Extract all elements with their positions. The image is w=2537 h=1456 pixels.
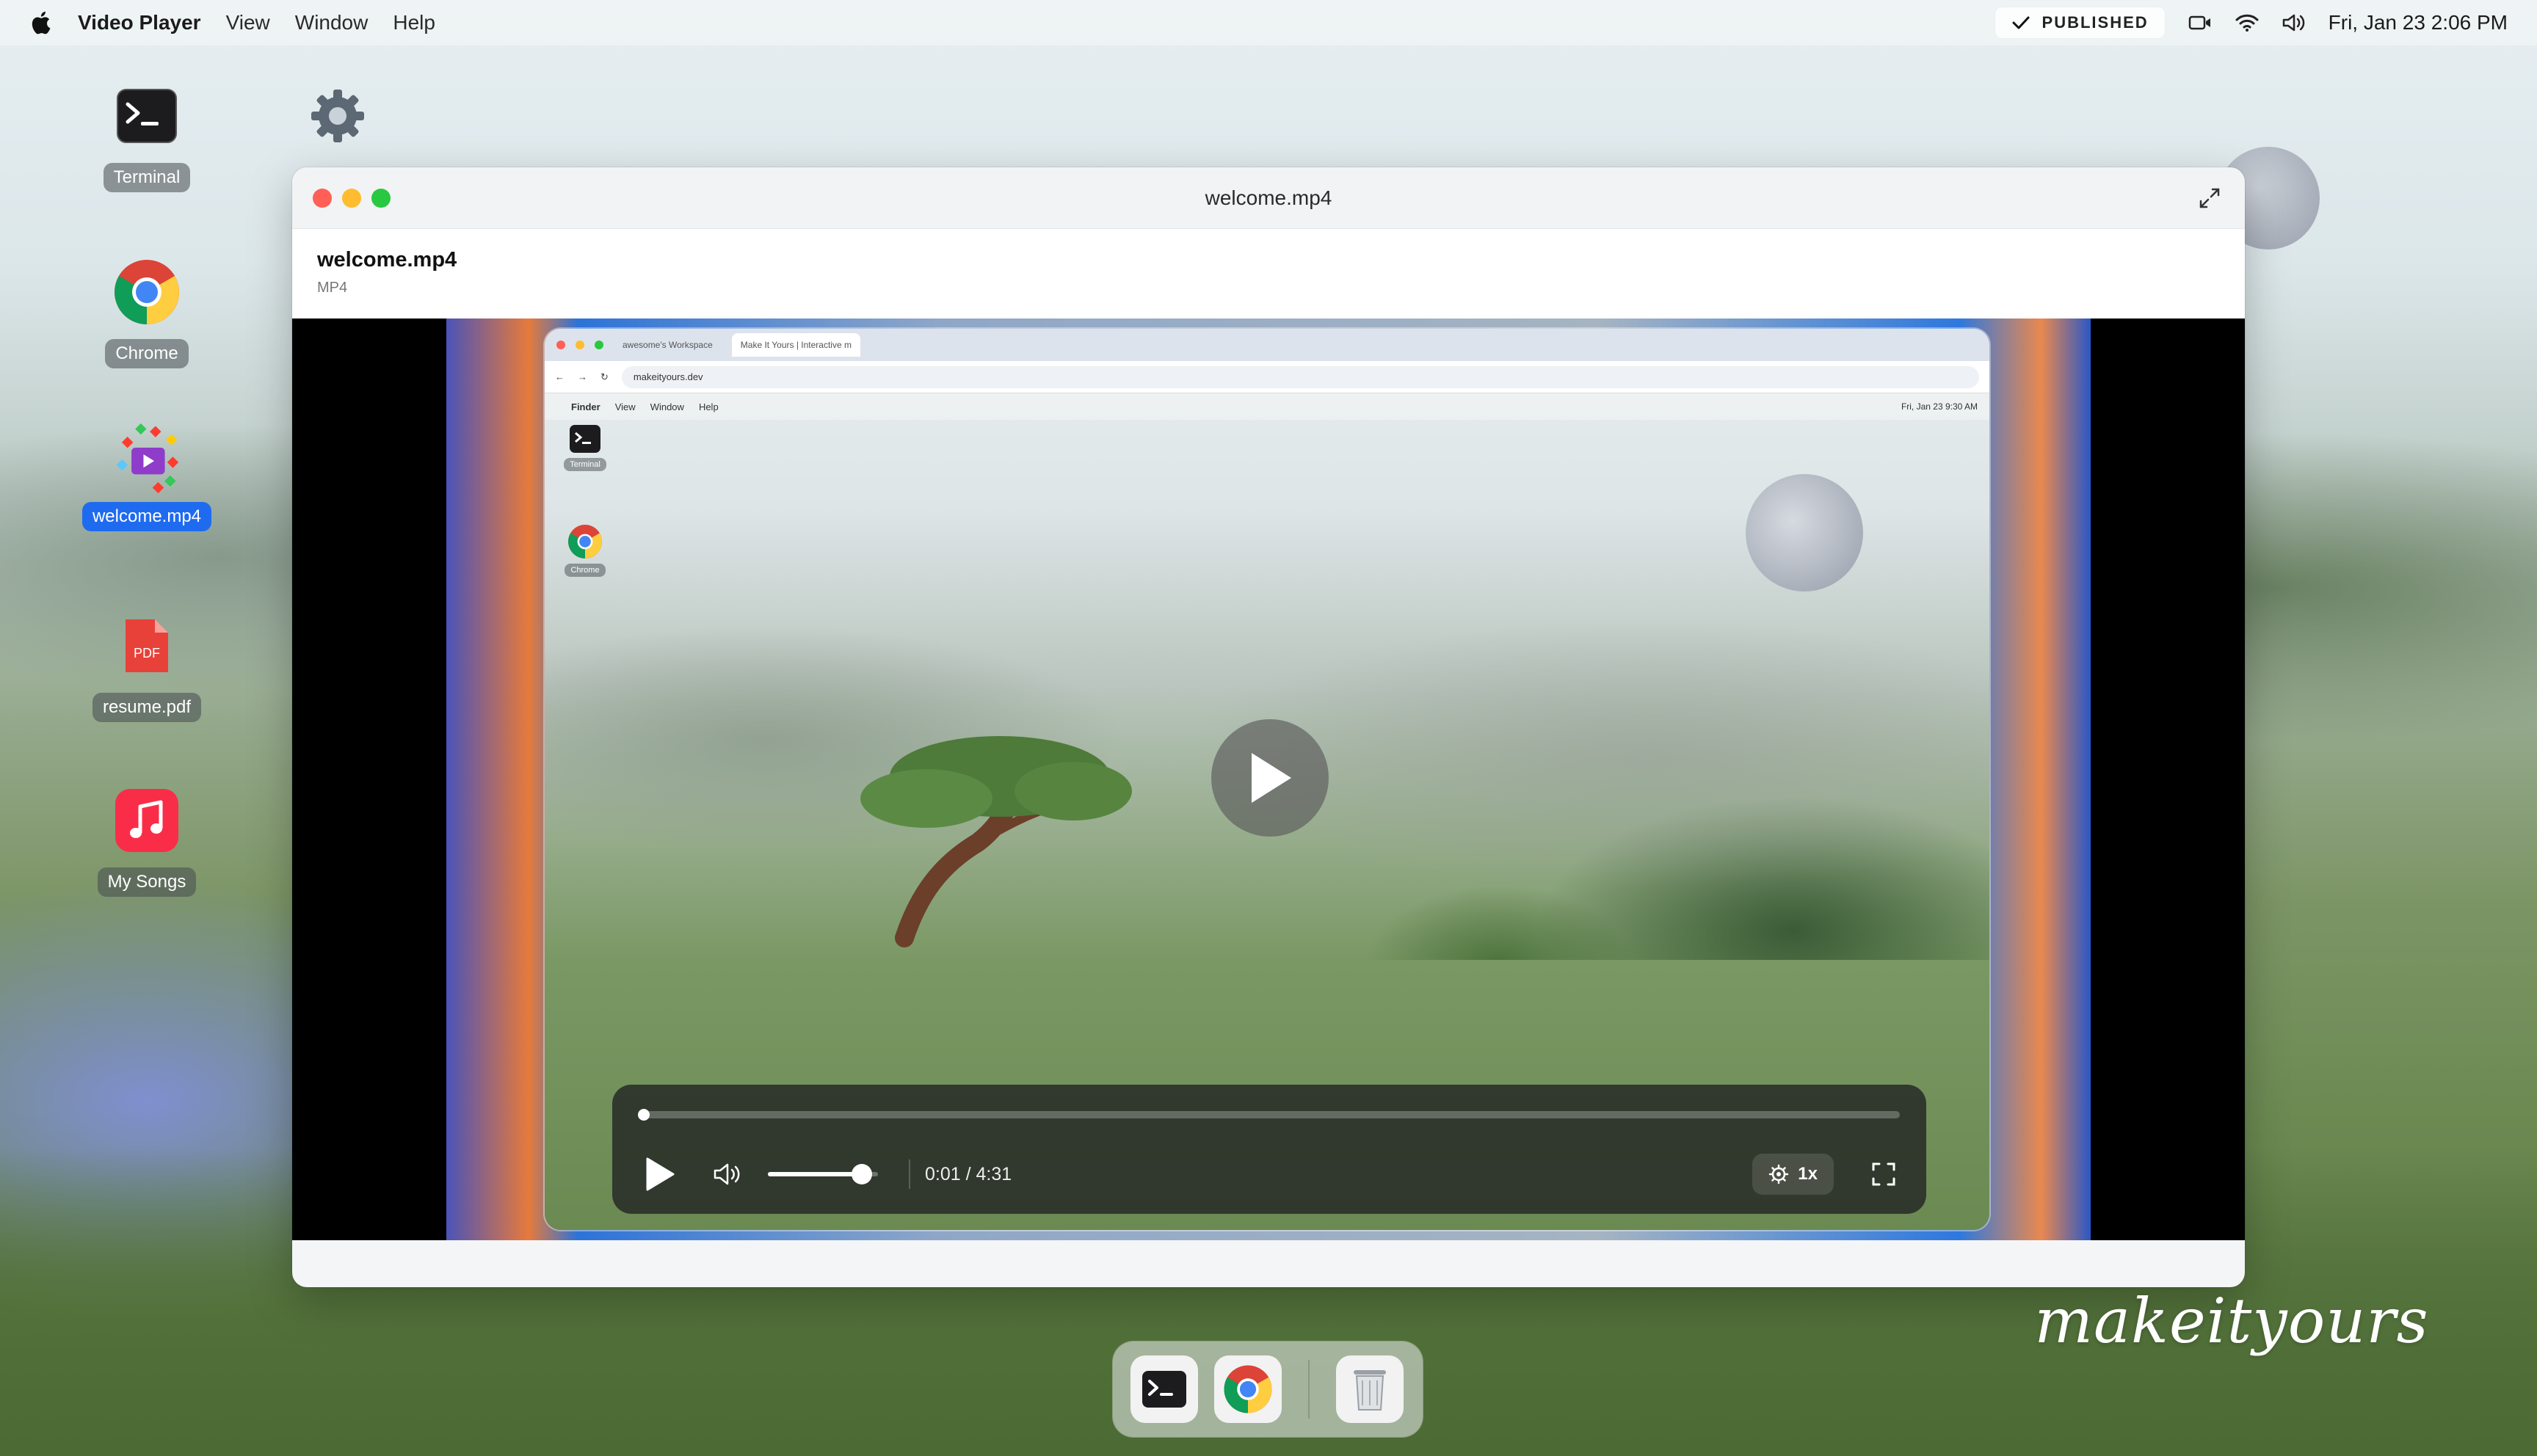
gear-icon (1769, 1164, 1789, 1184)
video-icon-chrome-label: Chrome (565, 564, 606, 577)
expand-icon[interactable] (2196, 185, 2223, 211)
controls-divider (909, 1160, 910, 1189)
apple-icon[interactable] (29, 10, 51, 35)
desktop-icon-my-songs[interactable]: My Songs (73, 784, 220, 897)
gear-icon[interactable] (308, 87, 367, 145)
video-inner-menubar: Finder View Window Help Fri, Jan 23 9:30… (545, 393, 1989, 420)
dock-separator (1308, 1360, 1310, 1419)
video-file-icon (116, 423, 179, 494)
video-forward-icon: → (578, 371, 587, 382)
screen-record-icon[interactable] (2188, 12, 2213, 34)
menu-view[interactable]: View (226, 11, 270, 34)
video-tab-makeityours: Make It Yours | Interactive m (731, 333, 860, 357)
video-icon-terminal-label: Terminal (564, 458, 606, 471)
desktop-icon-welcome-mp4[interactable]: welcome.mp4 (73, 418, 220, 531)
video-icon-terminal: Terminal (552, 424, 618, 471)
fullscreen-icon (1872, 1162, 1895, 1186)
dock (1113, 1342, 1423, 1437)
makeityours-logo: makeityours (2034, 1285, 2429, 1357)
play-icon (646, 1157, 675, 1191)
video-chrome-icon (568, 525, 602, 558)
controls-right: 1x (1752, 1154, 1900, 1195)
menubar-clock[interactable]: Fri, Jan 23 2:06 PM (2329, 11, 2508, 34)
desktop-icon-chrome[interactable]: Chrome (73, 255, 220, 368)
dock-chrome[interactable] (1214, 1355, 1282, 1423)
progress-thumb[interactable] (637, 1109, 650, 1121)
menubar-app-name[interactable]: Video Player (78, 11, 201, 34)
published-label: PUBLISHED (2041, 13, 2149, 32)
speaker-icon (714, 1163, 740, 1185)
speed-label: 1x (1798, 1164, 1818, 1184)
video-reload-icon: ↻ (600, 371, 609, 382)
video-icon-chrome: Chrome (552, 524, 618, 577)
published-badge[interactable]: PUBLISHED (1994, 7, 2166, 39)
video-tab-label: Make It Yours | Interactive m (740, 340, 852, 350)
music-icon (115, 789, 178, 852)
video-terminal-icon (570, 425, 600, 453)
time-display: 0:01 / 4:31 (925, 1163, 1012, 1184)
video-dot-min (576, 341, 584, 349)
video-tab-workspace: awesome's Workspace (614, 333, 722, 357)
desktop-label-my-songs: My Songs (97, 867, 197, 897)
fullscreen-button[interactable] (1868, 1158, 1900, 1190)
volume-thumb[interactable] (851, 1164, 872, 1184)
desktop-icon-resume-pdf[interactable]: PDF resume.pdf (73, 609, 220, 722)
controls-row: 0:01 / 4:31 1x (639, 1152, 1900, 1196)
speed-button[interactable]: 1x (1752, 1154, 1834, 1195)
file-header: welcome.mp4 MP4 (292, 229, 2245, 318)
video-url: makeityours.dev (621, 365, 1979, 388)
desktop-label-chrome: Chrome (105, 339, 189, 368)
menubar: Video Player View Window Help PUBLISHED … (0, 0, 2537, 46)
menu-window[interactable]: Window (295, 11, 369, 34)
player-controls: 0:01 / 4:31 1x (612, 1085, 1926, 1214)
checkmark-icon (2012, 16, 2030, 29)
video-browser-tabbar: awesome's Workspace Make It Yours | Inte… (545, 329, 1989, 361)
chrome-icon (115, 260, 179, 324)
window-title: welcome.mp4 (1205, 186, 1332, 209)
volume-icon[interactable] (2282, 12, 2306, 34)
video-tab-label: awesome's Workspace (623, 340, 713, 350)
dock-terminal[interactable] (1130, 1355, 1198, 1423)
volume-button[interactable] (709, 1156, 746, 1193)
window-titlebar[interactable]: welcome.mp4 (292, 167, 2245, 229)
terminal-icon (1142, 1371, 1186, 1408)
video-menu-window: Window (650, 401, 684, 412)
video-tree-illustration (860, 736, 1132, 947)
video-menu-view: View (614, 401, 636, 412)
play-icon (1252, 753, 1291, 803)
terminal-icon (117, 89, 177, 143)
video-menu-help: Help (698, 401, 719, 412)
file-type: MP4 (317, 280, 348, 296)
dock-trash[interactable] (1336, 1355, 1404, 1423)
volume-fill (768, 1172, 862, 1176)
video-back-icon: ← (555, 371, 565, 382)
desktop-icon-terminal[interactable]: Terminal (73, 79, 220, 192)
video-menu-finder: Finder (571, 401, 600, 412)
pdf-badge-text: PDF (134, 646, 160, 660)
volume-slider[interactable] (768, 1164, 878, 1184)
video-browser-urlbar: ← → ↻ makeityours.dev (545, 361, 1989, 393)
play-button[interactable] (639, 1154, 680, 1195)
wifi-icon[interactable] (2235, 12, 2260, 34)
desktop-label-terminal: Terminal (103, 163, 191, 192)
desktop-label-welcome-mp4: welcome.mp4 (81, 502, 212, 531)
chrome-icon (1224, 1365, 1272, 1413)
big-play-button[interactable] (1211, 719, 1329, 837)
progress-bar[interactable] (637, 1109, 1900, 1121)
file-name: welcome.mp4 (317, 248, 457, 272)
video-moon (1746, 474, 1863, 592)
video-inner-clock: Fri, Jan 23 9:30 AM (1901, 401, 1978, 412)
desktop-label-resume-pdf: resume.pdf (92, 693, 202, 722)
trash-icon (1354, 1370, 1386, 1410)
video-dot-max (595, 341, 603, 349)
menu-help[interactable]: Help (393, 11, 435, 34)
pdf-file-icon: PDF (126, 619, 168, 672)
video-dot-close (556, 341, 565, 349)
